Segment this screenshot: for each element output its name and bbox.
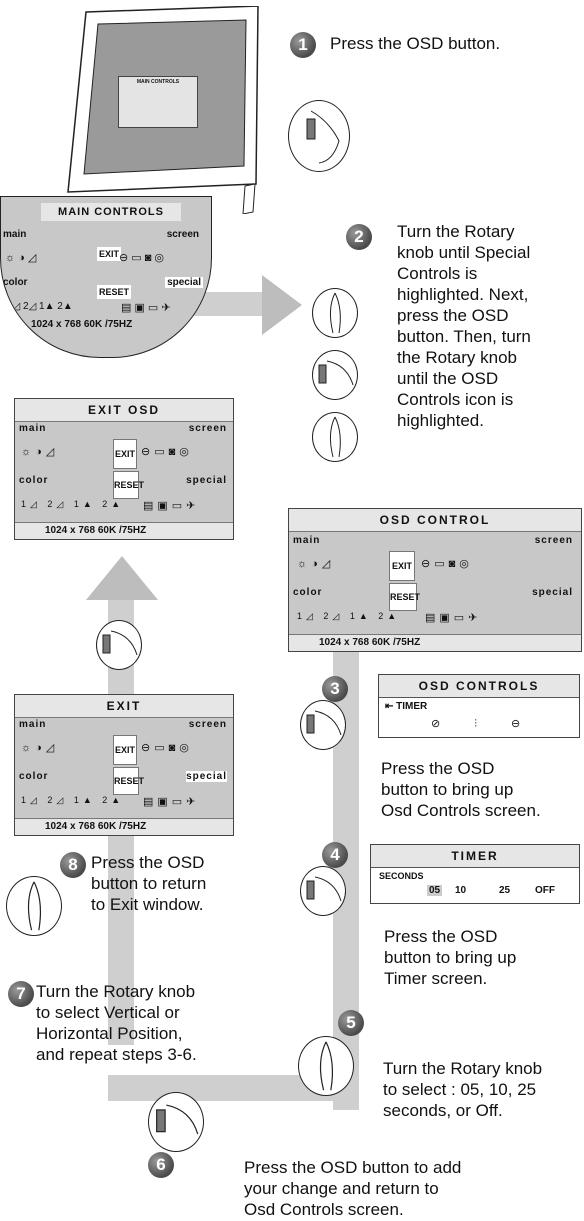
step-1-badge: 1 — [290, 32, 316, 58]
magnifier-title: MAIN CONTROLS — [41, 203, 181, 221]
timer-option-off[interactable]: OFF — [535, 885, 555, 896]
osd-control-reset: RESET — [389, 583, 420, 611]
magnifier-reset: RESET — [97, 285, 132, 299]
arrow-right-icon — [262, 275, 302, 335]
step-3-badge: 3 — [322, 676, 348, 702]
step-8-text: Press the OSD button to return to Exit win… — [91, 853, 207, 914]
exit-reset: RESET — [113, 767, 144, 795]
timer-seconds-label: SECONDS — [379, 871, 424, 881]
magnifier-main: main — [3, 229, 27, 240]
exit-osd-special-icons: ▤▣▭✈ — [143, 500, 200, 512]
osd-control-special-icons: ▤▣▭✈ — [425, 612, 482, 624]
osd-control-title: OSD CONTROL — [289, 509, 581, 532]
osd-control-color: color — [293, 587, 323, 598]
rotary-hand-icon — [298, 1036, 354, 1096]
exit-osd-color: color — [19, 475, 49, 486]
exit-color: color — [19, 771, 49, 782]
magnifier-circle: MAIN CONTROLS main screen ☼ ◑ ◿ EXIT ⊖ ▭… — [0, 196, 212, 358]
osd-controls-timer: ⇤ TIMER — [385, 701, 428, 712]
exit-footer: 1024 x 768 60K /75HZ — [15, 818, 233, 835]
exit-main-icons: ☼◑◿ — [21, 742, 59, 754]
monitor-screen-menu: MAIN CONTROLS — [118, 76, 198, 128]
exit-screen: screen — [188, 719, 227, 730]
osd-control-main-icons: ☼◑◿ — [297, 558, 335, 570]
arrow-up-icon — [86, 556, 158, 600]
step-1-text: Press the OSD button. — [330, 34, 501, 53]
magnifier-special: special — [165, 277, 203, 288]
timer-option-25[interactable]: 25 — [499, 885, 510, 896]
exit-osd-exit: EXIT — [113, 439, 137, 469]
osd-button-zoom — [288, 100, 350, 172]
rotary-hand-icon — [312, 288, 358, 338]
timer-title: TIMER — [371, 845, 579, 868]
exit-color-icons: 1◿ 2◿ 1▲ 2▲ — [21, 795, 125, 805]
exit-osd-footer: 1024 x 768 60K /75HZ — [15, 522, 233, 539]
press-hand-icon — [96, 620, 142, 670]
press-hand-icon — [300, 866, 346, 916]
exit-osd-special: special — [186, 475, 227, 486]
timer-screen: TIMER SECONDS 05 10 25 OFF — [370, 844, 580, 904]
step-6-text: Press the OSD button to add your change a… — [244, 1158, 462, 1219]
exit-osd-main: main — [19, 423, 47, 434]
osd-controls-screen: OSD CONTROLS ⇤ TIMER ⊘⫶⊖ — [378, 674, 580, 738]
osd-control-color-icons: 1◿ 2◿ 1▲ 2▲ — [297, 611, 401, 621]
exit-screen-icons: ⊖▭◙◎ — [141, 742, 193, 754]
osd-control-exit: EXIT — [389, 551, 415, 581]
step-4-text: Press the OSD button to bring up Timer scr… — [384, 927, 517, 988]
magnifier-exit: EXIT — [97, 247, 122, 261]
osd-control-main: main — [293, 535, 321, 546]
exit-osd-panel: EXIT OSD main screen ☼◑◿ EXIT ⊖▭◙◎ color… — [14, 398, 234, 540]
exit-exit: EXIT — [113, 735, 137, 765]
step-5-text: Turn the Rotary knob to select : 05, 10, … — [383, 1059, 543, 1120]
exit-main: main — [19, 719, 47, 730]
exit-special: special — [186, 771, 227, 782]
osd-controls-title: OSD CONTROLS — [379, 675, 579, 698]
exit-special-icons: ▤▣▭✈ — [143, 796, 200, 808]
step-4-badge: 4 — [322, 842, 348, 868]
press-hand-icon — [300, 700, 346, 750]
magnifier-screen-icons: ⊖ ▭ ◙ ◎ — [119, 252, 165, 264]
exit-osd-screen: screen — [188, 423, 227, 434]
press-hand-icon — [148, 1092, 204, 1152]
exit-osd-main-icons: ☼◑◿ — [21, 446, 59, 458]
step-7-badge: 7 — [8, 981, 34, 1007]
exit-osd-screen-icons: ⊖▭◙◎ — [141, 446, 193, 458]
step-2-text: Turn the Rotary knob until Special Control… — [397, 222, 531, 430]
magnifier-screen: screen — [166, 229, 199, 240]
press-hand-icon — [6, 876, 62, 936]
exit-osd-title: EXIT OSD — [15, 399, 233, 422]
magnifier-main-icons: ☼ ◑ ◿ — [5, 252, 37, 264]
step-8-badge: 8 — [60, 852, 86, 878]
exit-osd-color-icons: 1◿ 2◿ 1▲ 2▲ — [21, 499, 125, 509]
step-2-badge: 2 — [346, 224, 372, 250]
osd-control-screen-icons: ⊖▭◙◎ — [421, 558, 473, 570]
osd-control-screen: screen — [534, 535, 573, 546]
magnifier-color: color — [3, 277, 28, 288]
magnifier-color-icons: 1◿ 2◿ 1▲ 2▲ — [7, 301, 73, 312]
step-7-text: Turn the Rotary knob to select Vertical o… — [36, 982, 197, 1064]
osd-control-special: special — [532, 587, 573, 598]
timer-option-05[interactable]: 05 — [427, 885, 443, 896]
step-6-badge: 6 — [148, 1152, 174, 1178]
rotary-hand-icon — [312, 412, 358, 462]
exit-title: EXIT — [15, 695, 233, 718]
timer-option-10[interactable]: 10 — [455, 885, 466, 896]
press-hand-icon — [312, 350, 358, 400]
magnifier-footer: 1024 x 768 60K /75HZ — [31, 319, 133, 330]
magnifier-special-icons: ▤ ▣ ▭ ✈ — [121, 302, 171, 314]
exit-panel: EXIT main screen ☼◑◿ EXIT ⊖▭◙◎ color RES… — [14, 694, 234, 836]
step-3-text: Press the OSD button to bring up Osd Contr… — [381, 759, 541, 820]
osd-controls-icons: ⊘⫶⊖ — [431, 718, 555, 730]
exit-osd-reset: RESET — [113, 471, 144, 499]
osd-control-panel: OSD CONTROL main screen ☼◑◿ EXIT ⊖▭◙◎ co… — [288, 508, 582, 652]
step-5-badge: 5 — [338, 1010, 364, 1036]
osd-control-footer: 1024 x 768 60K /75HZ — [289, 634, 581, 651]
